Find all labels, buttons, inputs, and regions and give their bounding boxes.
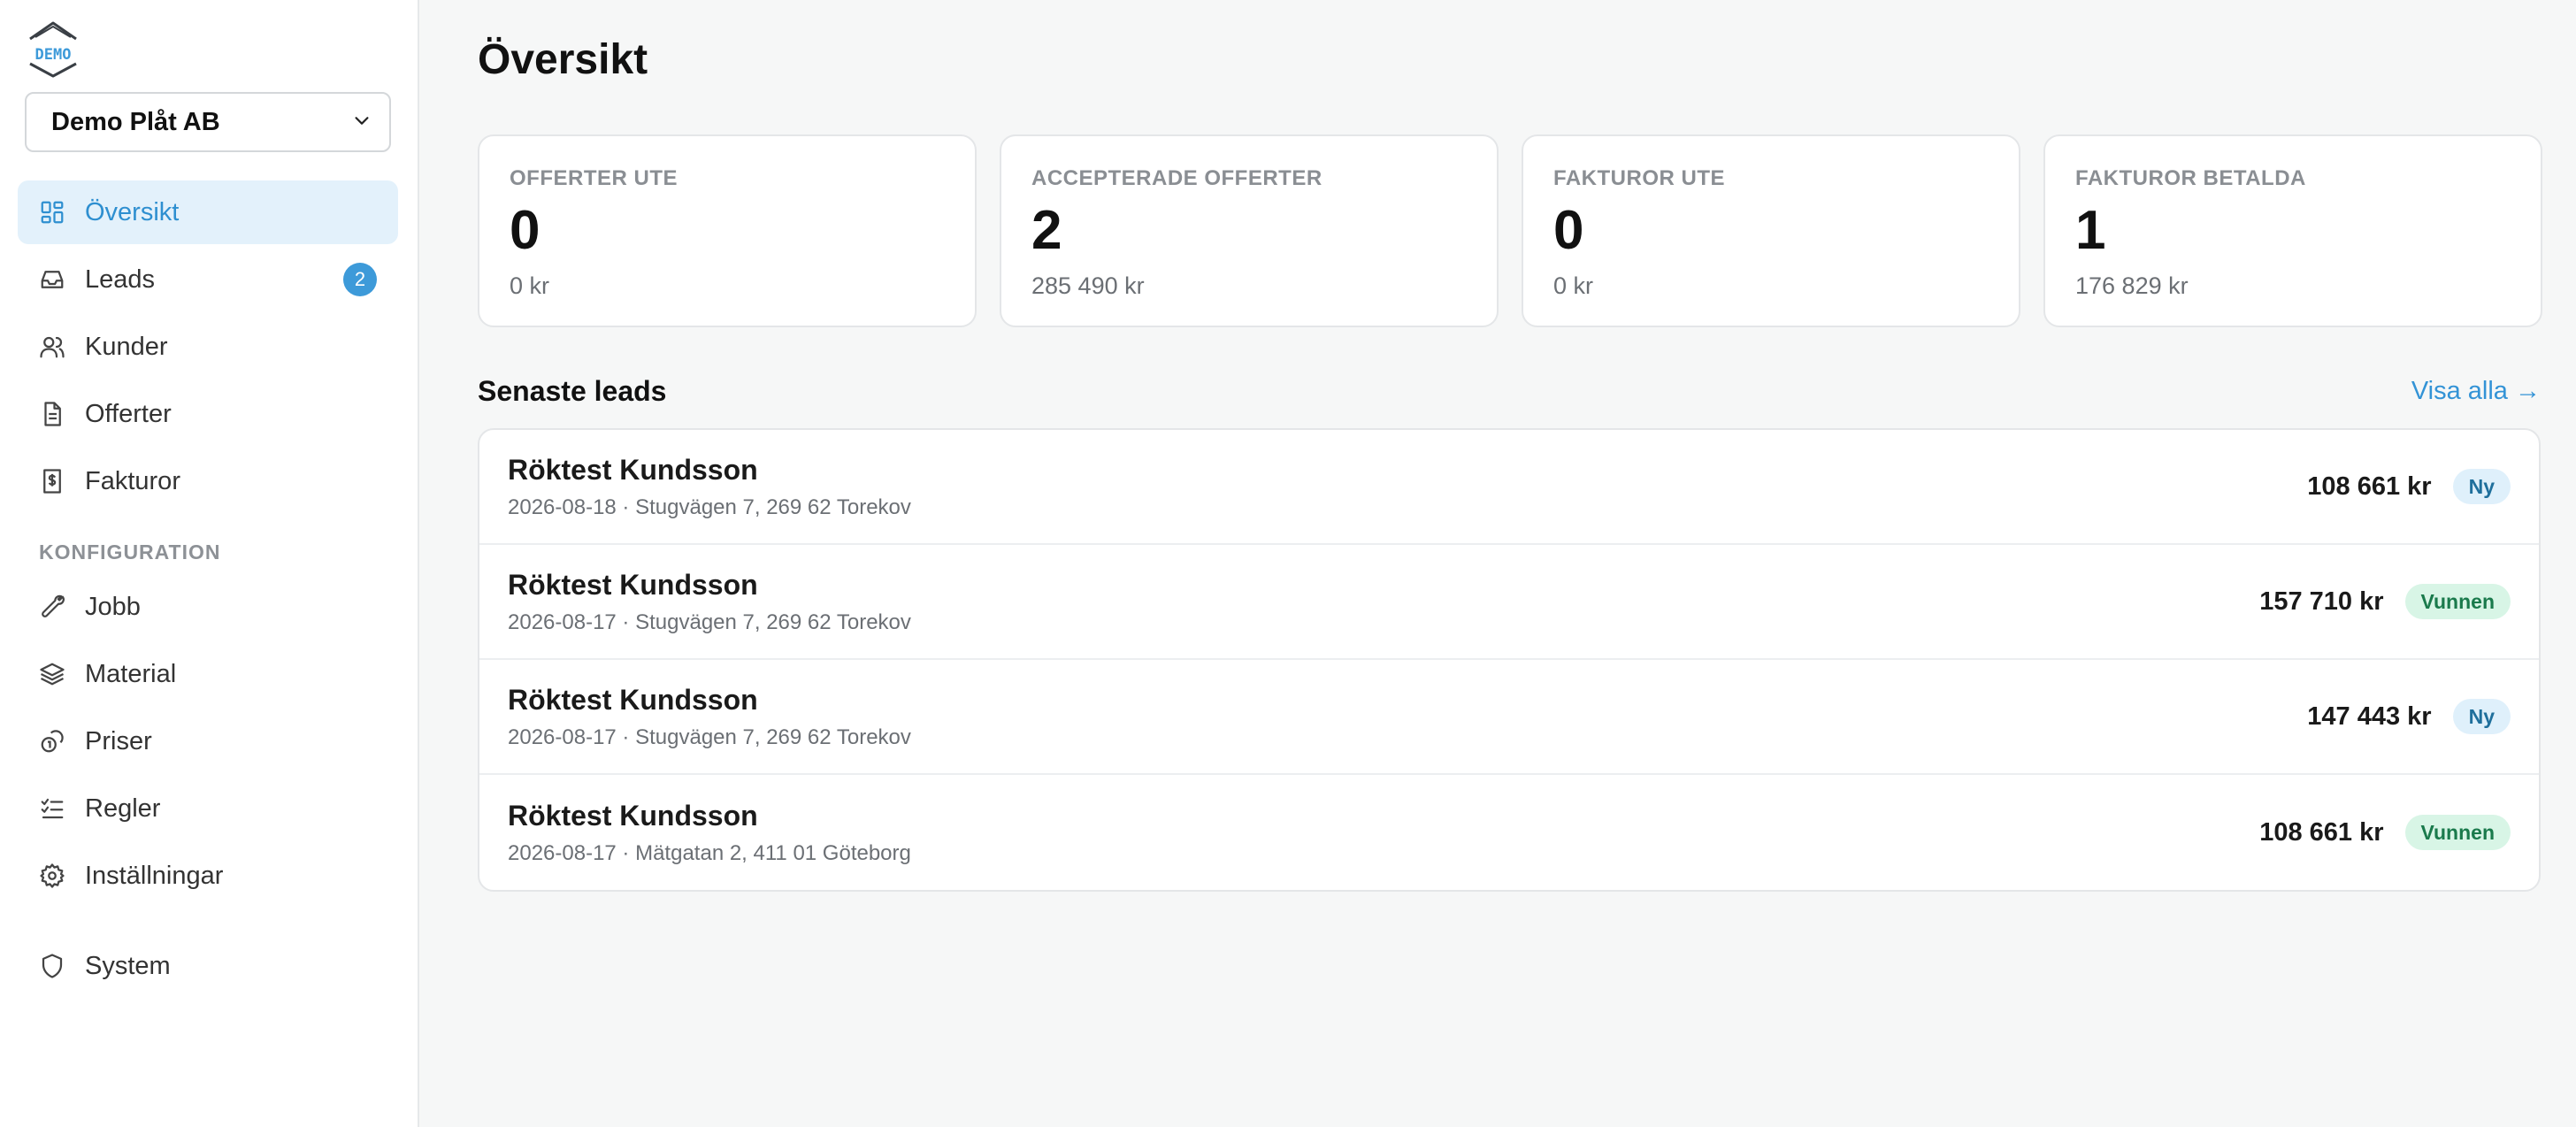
invoice-icon	[39, 468, 65, 494]
leads-section-title: Senaste leads	[478, 375, 667, 407]
status-badge: Ny	[2452, 699, 2511, 734]
config-section-label: KONFIGURATION	[39, 540, 221, 564]
sidebar-item-label: Leads	[85, 264, 156, 294]
lead-info: Röktest Kundsson 2026-08-17 · Stugvägen …	[508, 569, 2259, 635]
sidebar-item-oversikt[interactable]: Översikt	[18, 180, 398, 244]
sidebar-item-kunder[interactable]: Kunder	[18, 315, 398, 379]
stat-value: 0	[1553, 200, 1584, 261]
stat-card-fakturor-ute: FAKTUROR UTE 0 0 kr	[1522, 134, 2020, 327]
checklist-icon	[39, 795, 65, 822]
stat-amount: 0 kr	[510, 272, 550, 299]
sidebar-item-label: Fakturor	[85, 466, 180, 495]
sidebar-item-label: Offerter	[85, 399, 172, 428]
organization-select[interactable]: Demo Plåt AB	[25, 92, 391, 152]
lead-info: Röktest Kundsson 2026-08-17 · Mätgatan 2…	[508, 800, 2259, 866]
stat-value: 1	[2075, 200, 2106, 261]
shield-icon	[39, 953, 65, 979]
page-title: Översikt	[478, 36, 648, 83]
sidebar-item-label: Jobb	[85, 592, 141, 621]
inbox-icon	[39, 266, 65, 293]
sidebar-item-jobb[interactable]: Jobb	[18, 575, 398, 639]
stats-row: OFFERTER UTE 0 0 kr ACCEPTERADE OFFERTER…	[478, 134, 2542, 327]
stat-amount: 285 490 kr	[1031, 272, 1145, 299]
stat-amount: 176 829 kr	[2075, 272, 2189, 299]
lead-meta: 2026-08-17 · Stugvägen 7, 269 62 Torekov	[508, 610, 911, 634]
lead-meta: 2026-08-17 · Mätgatan 2, 411 01 Göteborg	[508, 840, 911, 865]
lead-row[interactable]: Röktest Kundsson 2026-08-17 · Stugvägen …	[479, 545, 2539, 660]
lead-row[interactable]: Röktest Kundsson 2026-08-17 · Mätgatan 2…	[479, 775, 2539, 890]
dashboard-icon	[39, 199, 65, 226]
sidebar-item-label: Regler	[85, 794, 161, 823]
lead-name: Röktest Kundsson	[508, 683, 758, 716]
stat-label: ACCEPTERADE OFFERTER	[1031, 166, 1322, 190]
layers-icon	[39, 661, 65, 687]
stat-value: 0	[510, 200, 540, 261]
lead-info: Röktest Kundsson 2026-08-17 · Stugvägen …	[508, 684, 2307, 750]
sidebar-item-offerter[interactable]: Offerter	[18, 382, 398, 446]
stat-value: 2	[1031, 200, 1062, 261]
stat-label: FAKTUROR UTE	[1553, 166, 1725, 190]
sidebar-item-fakturor[interactable]: Fakturor	[18, 449, 398, 513]
wrench-icon	[39, 594, 65, 620]
status-badge: Vunnen	[2404, 584, 2511, 619]
leads-list: Röktest Kundsson 2026-08-18 · Stugvägen …	[478, 428, 2541, 892]
users-icon	[39, 334, 65, 360]
stat-label: FAKTUROR BETALDA	[2075, 166, 2306, 190]
lead-amount: 147 443 kr	[2307, 702, 2432, 731]
sidebar-item-label: Inställningar	[85, 861, 224, 890]
organization-select-value: Demo Plåt AB	[51, 107, 220, 136]
chevron-down-icon	[352, 108, 372, 137]
lead-info: Röktest Kundsson 2026-08-18 · Stugvägen …	[508, 454, 2307, 520]
lead-amount: 108 661 kr	[2307, 472, 2432, 501]
view-all-link[interactable]: Visa alla →	[2411, 377, 2541, 406]
sidebar-item-label: Priser	[85, 726, 152, 755]
sidebar: DEMO Demo Plåt AB Översikt Leads 2 Kunde…	[0, 0, 419, 1127]
status-badge: Vunnen	[2404, 815, 2511, 850]
gear-icon	[39, 862, 65, 889]
sidebar-nav: Översikt Leads 2 Kunder Offerter Fakturo…	[18, 180, 398, 1001]
leads-count-badge: 2	[343, 263, 377, 296]
document-icon	[39, 401, 65, 427]
status-badge: Ny	[2452, 469, 2511, 504]
sidebar-item-material[interactable]: Material	[18, 642, 398, 706]
stat-card-offerter-ute: OFFERTER UTE 0 0 kr	[478, 134, 977, 327]
lead-meta: 2026-08-17 · Stugvägen 7, 269 62 Torekov	[508, 724, 911, 749]
sidebar-item-label: Material	[85, 659, 177, 688]
sidebar-item-system[interactable]: System	[18, 934, 398, 998]
sidebar-item-label: Kunder	[85, 332, 168, 361]
stat-label: OFFERTER UTE	[510, 166, 678, 190]
lead-name: Röktest Kundsson	[508, 799, 758, 832]
lead-meta: 2026-08-18 · Stugvägen 7, 269 62 Torekov	[508, 494, 911, 519]
app: DEMO Demo Plåt AB Översikt Leads 2 Kunde…	[0, 0, 2576, 1127]
leads-header: Senaste leads Visa alla →	[478, 375, 2541, 408]
sidebar-item-installningar[interactable]: Inställningar	[18, 844, 398, 908]
sidebar-item-regler[interactable]: Regler	[18, 777, 398, 840]
sidebar-item-leads[interactable]: Leads 2	[18, 248, 398, 311]
lead-name: Röktest Kundsson	[508, 453, 758, 486]
stat-amount: 0 kr	[1553, 272, 1594, 299]
lead-amount: 108 661 kr	[2259, 817, 2384, 847]
lead-row[interactable]: Röktest Kundsson 2026-08-18 · Stugvägen …	[479, 430, 2539, 545]
lead-amount: 157 710 kr	[2259, 586, 2384, 616]
lead-row[interactable]: Röktest Kundsson 2026-08-17 · Stugvägen …	[479, 660, 2539, 775]
lead-name: Röktest Kundsson	[508, 568, 758, 601]
stat-card-accepterade-offerter: ACCEPTERADE OFFERTER 2 285 490 kr	[1000, 134, 1499, 327]
sidebar-item-label: Översikt	[85, 197, 180, 226]
coins-icon	[39, 728, 65, 755]
sidebar-item-label: System	[85, 951, 171, 980]
sidebar-item-priser[interactable]: Priser	[18, 709, 398, 773]
main-content: Översikt OFFERTER UTE 0 0 kr ACCEPTERADE…	[419, 0, 2576, 1127]
svg-text:DEMO: DEMO	[35, 46, 72, 64]
demo-logo[interactable]: DEMO	[25, 19, 81, 80]
stat-card-fakturor-betalda: FAKTUROR BETALDA 1 176 829 kr	[2043, 134, 2542, 327]
